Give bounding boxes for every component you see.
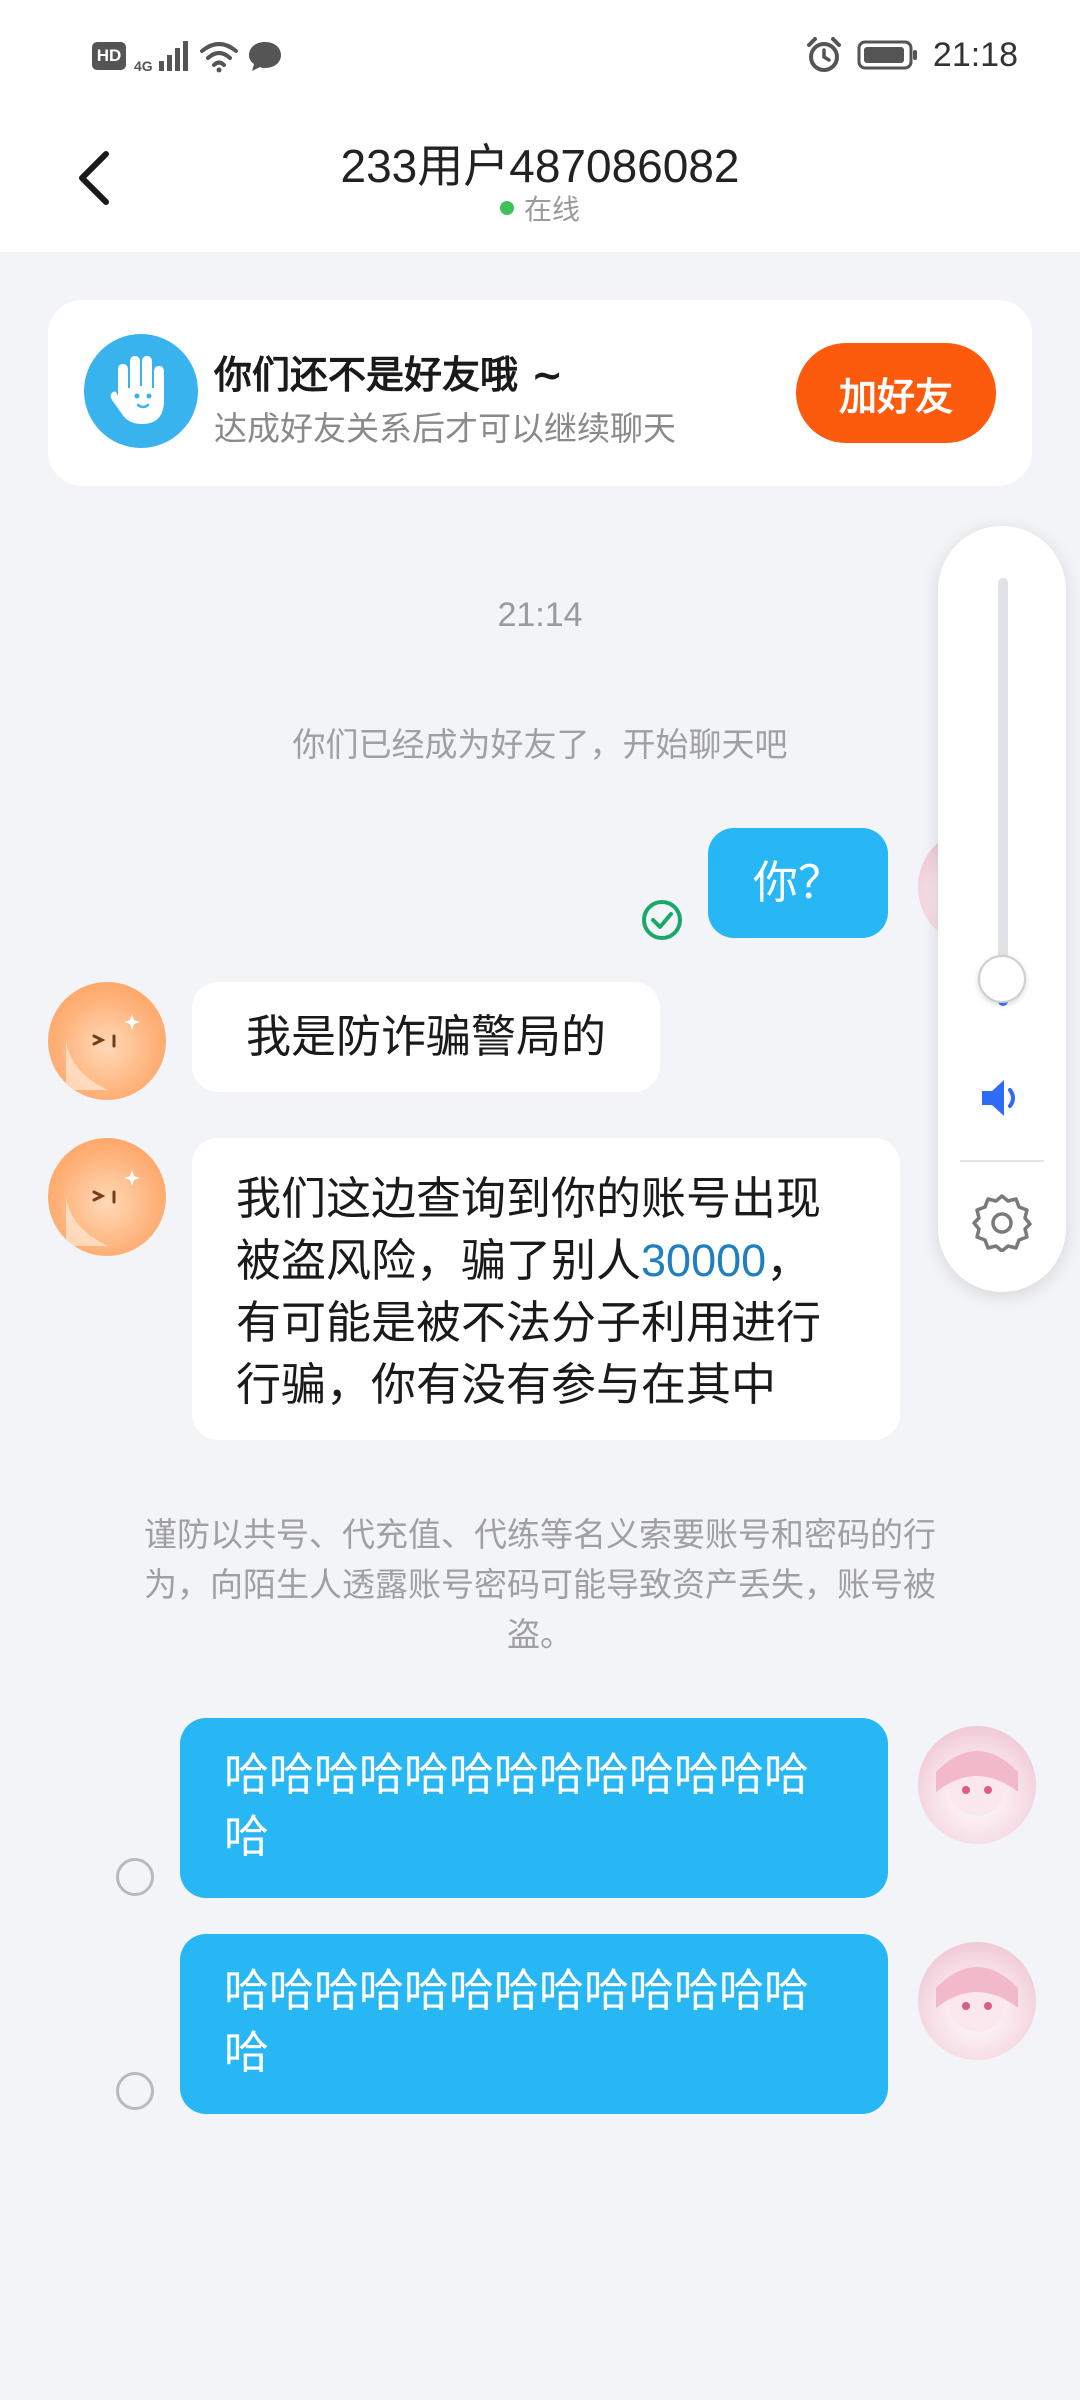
online-status: 在线: [0, 188, 1080, 228]
online-status-text: 在线: [523, 193, 580, 226]
message-line: 行骗，你有没有参与在其中: [236, 1358, 777, 1411]
message-text: 我是防诈骗警局的: [245, 1010, 606, 1063]
system-friend-notice: 你们已经成为好友了，开始聊天吧: [292, 725, 788, 764]
message-line: 哈哈哈哈哈哈哈哈哈哈哈哈哈: [224, 1748, 810, 1801]
online-dot: [499, 201, 514, 215]
warning-line: 谨防以共号、代充值、代练等名义索要账号和密码的行: [144, 1515, 936, 1554]
signal-icon: 4G: [134, 39, 191, 73]
read-receipt-icon: [640, 898, 684, 946]
contact-avatar[interactable]: [48, 982, 166, 1100]
message-line: 我们这边查询到你的账号出现: [236, 1172, 822, 1225]
header-bar: HD 4G 21:18 233用户487086082 在线: [0, 0, 1080, 252]
alarm-icon: [806, 37, 841, 72]
status-bar-left: HD 4G: [92, 34, 283, 78]
message-line: 哈哈哈哈哈哈哈哈哈哈哈哈哈: [224, 1964, 810, 2017]
message-timestamp: 21:14: [497, 596, 583, 634]
banner-title: 你们还不是好友哦 ~: [214, 353, 564, 397]
banner-subtitle: 达成好友关系后才可以继续聊天: [214, 409, 676, 448]
volume-panel: [938, 526, 1066, 1292]
my-message-bubble[interactable]: 哈哈哈哈哈哈哈哈哈哈哈哈哈 哈: [180, 1718, 888, 1898]
hand-wave-icon: [84, 334, 198, 448]
message-line: 哈: [224, 1810, 270, 1863]
my-avatar[interactable]: [918, 1726, 1036, 1844]
my-message-bubble[interactable]: 哈哈哈哈哈哈哈哈哈哈哈哈哈 哈: [180, 1934, 888, 2114]
my-message-bubble[interactable]: 你？: [708, 828, 888, 938]
chat-title: 233用户487086082: [340, 140, 740, 192]
wifi-icon: [199, 42, 238, 73]
contact-message-bubble[interactable]: 我们这边查询到你的账号出现 被盗风险，骗了别人30000， 有可能是被不法分子利…: [192, 1138, 900, 1440]
highlight-amount: 30000: [641, 1235, 767, 1286]
security-warning: 谨防以共号、代充值、代练等名义索要账号和密码的行 为，向陌生人透露账号密码可能导…: [80, 1510, 1000, 1660]
message-notification-icon: [248, 42, 281, 71]
clock: 21:18: [932, 35, 1018, 74]
contact-message-bubble[interactable]: 我是防诈骗警局的: [192, 982, 660, 1092]
contact-avatar[interactable]: [48, 1138, 166, 1256]
message-line: 有可能是被不法分子利用进行: [236, 1296, 822, 1349]
battery-icon: [857, 40, 917, 70]
gear-icon[interactable]: [972, 1192, 1032, 1252]
add-friend-button[interactable]: 加好友: [796, 343, 996, 443]
message-line: 被盗风险，骗了别人30000，: [236, 1234, 812, 1287]
message-line: 哈: [224, 2026, 270, 2079]
panel-divider: [960, 1160, 1044, 1162]
network-type: 4G: [134, 58, 153, 74]
volume-slider-thumb[interactable]: [978, 955, 1026, 1004]
warning-line: 盗。: [507, 1615, 573, 1654]
warning-line: 为，向陌生人透露账号密码可能导致资产丢失，账号被: [144, 1565, 936, 1604]
select-radio[interactable]: [116, 1858, 154, 1896]
volume-slider-track[interactable]: [998, 578, 1008, 1006]
status-bar-right: 21:18: [805, 32, 1018, 78]
friend-request-banner: 你们还不是好友哦 ~ 达成好友关系后才可以继续聊天 加好友: [48, 300, 1032, 486]
hd-icon: HD: [92, 42, 126, 70]
my-avatar[interactable]: [918, 1942, 1036, 2060]
select-radio[interactable]: [116, 2072, 154, 2110]
speaker-icon[interactable]: [976, 1072, 1028, 1124]
message-text: 你？: [752, 856, 843, 909]
